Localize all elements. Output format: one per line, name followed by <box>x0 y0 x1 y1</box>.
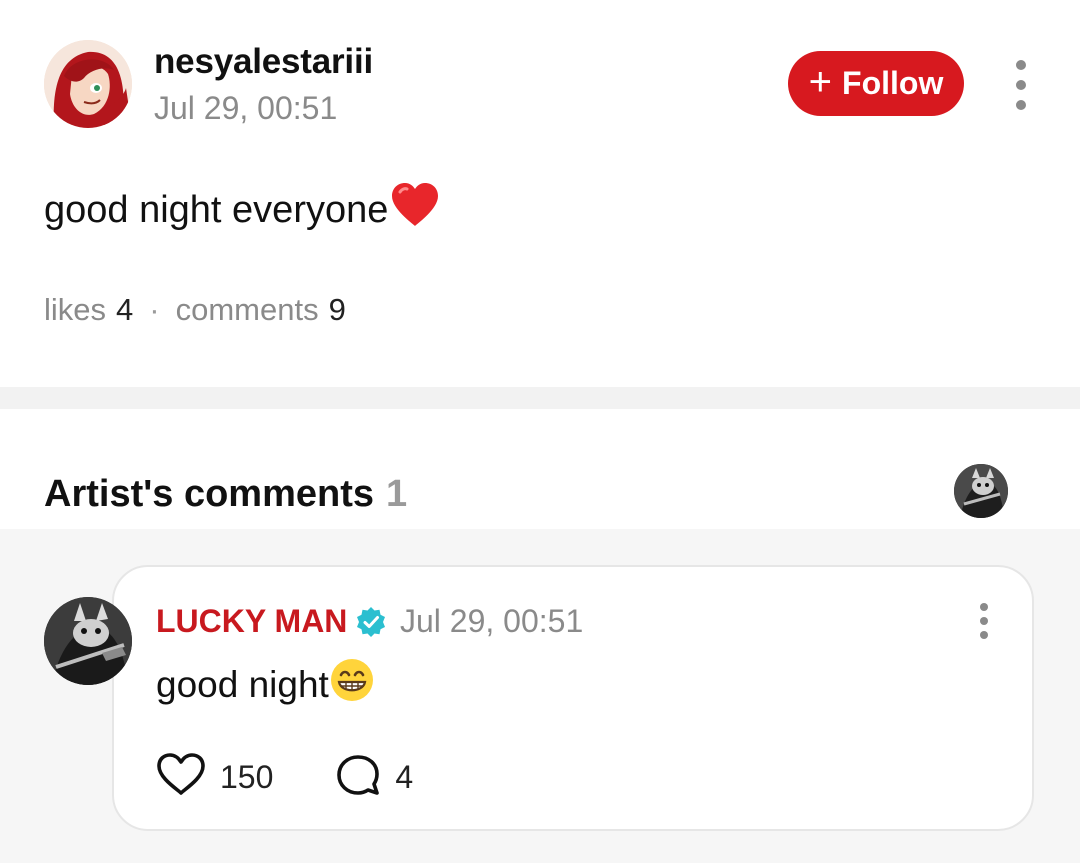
likes-count: 4 <box>116 292 134 327</box>
stats-separator: · <box>149 292 160 327</box>
comment-bubble-icon <box>335 753 381 802</box>
section-count: 1 <box>386 473 408 515</box>
comments-area: LUCKY MAN Jul 29, 00:51 good night 150 4 <box>0 529 1080 863</box>
post-timestamp: Jul 29, 00:51 <box>154 90 338 126</box>
comment-timestamp: Jul 29, 00:51 <box>400 603 584 639</box>
author-username[interactable]: nesyalestariii <box>154 42 373 82</box>
post-text: good night everyone <box>44 182 440 238</box>
comment-text: good night <box>156 657 375 712</box>
comment-card: LUCKY MAN Jul 29, 00:51 good night 150 4 <box>112 565 1034 831</box>
reply-count: 4 <box>395 759 414 795</box>
plus-icon: + <box>808 59 833 104</box>
artist-avatar-small[interactable] <box>954 464 1008 518</box>
post-stats: likes 4 · comments 9 <box>44 292 346 328</box>
comments-label[interactable]: comments <box>176 292 319 328</box>
follow-label: Follow <box>842 65 944 101</box>
more-options-icon[interactable] <box>1006 60 1036 110</box>
comment-author-avatar[interactable] <box>44 597 132 685</box>
grinning-face-icon <box>329 657 375 712</box>
like-count: 150 <box>220 759 274 795</box>
comment-actions: 150 4 <box>156 753 413 802</box>
comment-text-content: good night <box>156 663 329 705</box>
red-heart-icon <box>390 182 440 238</box>
comment-author[interactable]: LUCKY MAN <box>156 603 387 640</box>
comments-count: 9 <box>328 292 346 327</box>
author-avatar[interactable] <box>44 40 132 128</box>
follow-button[interactable]: + Follow <box>788 51 964 116</box>
post-text-content: good night everyone <box>44 188 389 231</box>
comment-author-name: LUCKY MAN <box>156 603 348 639</box>
comment-more-icon[interactable] <box>972 603 996 639</box>
heart-outline-icon <box>156 753 206 802</box>
section-title: Artist's comments 1 <box>44 473 407 516</box>
likes-label[interactable]: likes <box>44 292 106 328</box>
section-divider <box>0 387 1080 409</box>
section-title-text: Artist's comments <box>44 473 375 515</box>
post-card: nesyalestariii Jul 29, 00:51 + Follow go… <box>0 0 1080 387</box>
like-button[interactable]: 150 <box>156 753 273 802</box>
reply-button[interactable]: 4 <box>335 753 413 802</box>
verified-badge-icon <box>355 606 387 638</box>
artist-comments-header: Artist's comments 1 <box>0 409 1080 529</box>
